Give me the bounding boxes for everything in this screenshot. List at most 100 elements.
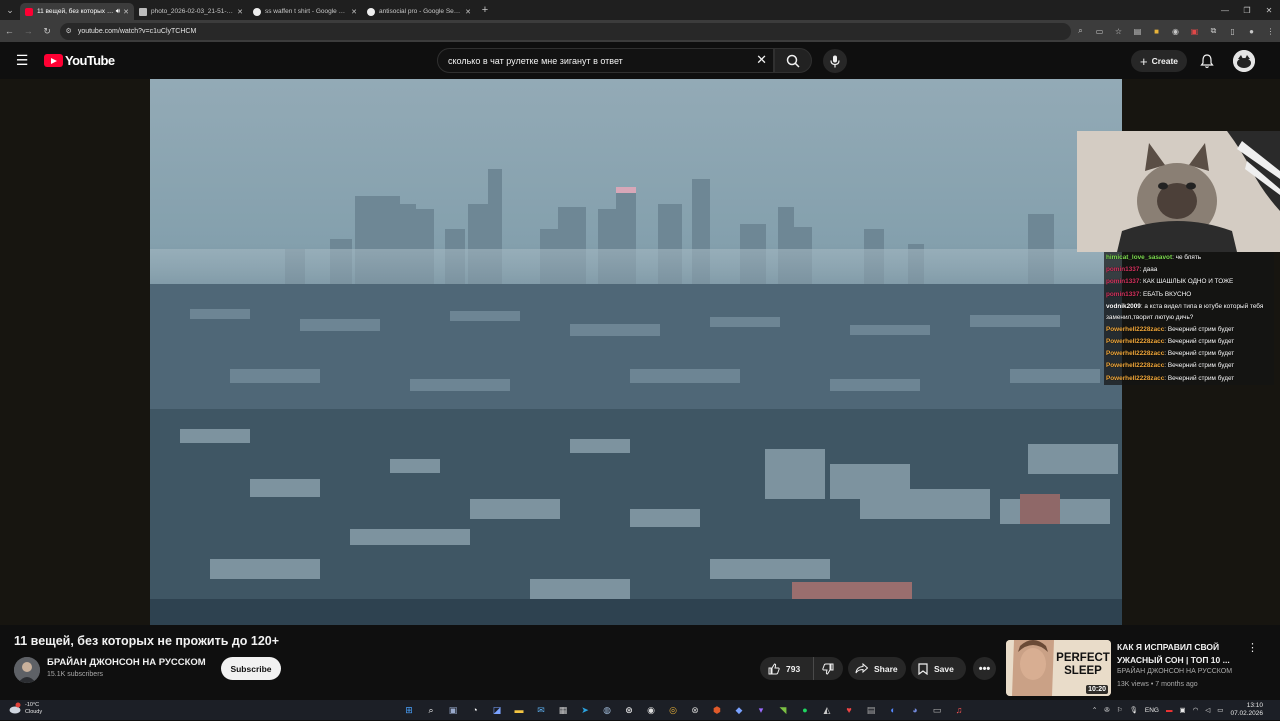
tray-icon[interactable]: ⚐ xyxy=(1117,706,1123,714)
close-tab-icon[interactable]: ✕ xyxy=(123,8,129,16)
tab-youtube[interactable]: 11 вещей, без которых не 🔊︎ ✕ xyxy=(20,3,134,20)
bookmark-star-icon[interactable]: ☆ xyxy=(1109,20,1128,42)
suggested-video-channel[interactable]: БРАЙАН ДЖОНСОН НА РУССКОМ xyxy=(1117,668,1232,675)
mail-icon[interactable]: ✉ xyxy=(533,702,549,718)
app-icon[interactable]: ◆ xyxy=(731,702,747,718)
menu-icon[interactable]: ☰ xyxy=(13,52,31,68)
task-view-icon[interactable]: ▣ xyxy=(445,702,461,718)
chat-username[interactable]: Powerhell2228zacc xyxy=(1106,362,1164,369)
app-icon[interactable]: ♥ xyxy=(841,702,857,718)
clear-search-icon[interactable]: ✕ xyxy=(756,52,767,68)
suggested-video-title[interactable]: КАК Я ИСПРАВИЛ СВОЙ УЖАСНЫЙ СОН | ТОП 10… xyxy=(1117,641,1237,666)
chatgpt-icon[interactable]: ⊛ xyxy=(621,702,637,718)
suggested-more-icon[interactable]: ⋮ xyxy=(1247,641,1258,654)
telegram-icon[interactable]: ➤ xyxy=(577,702,593,718)
cast-icon[interactable]: ▭ xyxy=(1090,20,1109,42)
video-player[interactable] xyxy=(150,79,1122,625)
reload-icon[interactable]: ↻ xyxy=(38,20,57,42)
tray-icon[interactable]: 🎙︎ xyxy=(1130,706,1138,714)
chat-username[interactable]: Powerhell2228zacc xyxy=(1106,350,1164,357)
chrome-icon[interactable]: ◎ xyxy=(665,702,681,718)
dislike-button[interactable] xyxy=(814,663,842,675)
notifications-bell-icon[interactable] xyxy=(1198,52,1216,70)
chat-username[interactable]: Powerhell2228zacc xyxy=(1106,326,1164,333)
channel-avatar[interactable] xyxy=(14,657,40,683)
minimize-icon[interactable]: — xyxy=(1214,0,1236,20)
extension-icon[interactable]: ◉ xyxy=(1166,20,1185,42)
discord-icon[interactable]: ◕ xyxy=(907,702,923,718)
tray-icon[interactable]: ▣ xyxy=(1179,706,1185,714)
steam-icon[interactable]: ◍ xyxy=(599,702,615,718)
close-window-icon[interactable]: ✕ xyxy=(1258,0,1280,20)
new-tab-button[interactable]: + xyxy=(476,1,494,19)
share-button[interactable]: Share xyxy=(848,657,906,680)
youtube-logo[interactable]: YouTube xyxy=(44,53,115,68)
tab-google-search-2[interactable]: antisocial pro - Google Search ✕ xyxy=(362,3,476,20)
volume-icon[interactable]: ◁ xyxy=(1205,706,1210,714)
profile-icon[interactable]: ● xyxy=(1242,20,1261,42)
chat-username[interactable]: himicat_love_sasavot xyxy=(1106,254,1172,261)
app-icon[interactable]: ◔ xyxy=(467,702,483,718)
twitch-icon[interactable]: ▾ xyxy=(753,702,769,718)
windows-start-icon[interactable]: ⊞ xyxy=(401,702,417,718)
extension-icon[interactable]: ▤ xyxy=(1128,20,1147,42)
create-button[interactable]: + Create xyxy=(1131,50,1187,72)
chat-username[interactable]: pomin1337 xyxy=(1106,291,1139,298)
tab-google-search-1[interactable]: ss waffen t shirt - Google Search ✕ xyxy=(248,3,362,20)
weather-widget[interactable]: -10°C Cloudy xyxy=(8,702,42,716)
extension-icon[interactable]: ■ xyxy=(1147,20,1166,42)
sidepanel-icon[interactable]: ▯ xyxy=(1223,20,1242,42)
obs-icon[interactable]: ◉ xyxy=(643,702,659,718)
app-icon[interactable]: ⬢ xyxy=(709,702,725,718)
nvidia-icon[interactable]: ◥ xyxy=(775,702,791,718)
search-input[interactable]: сколько в чат рулетке мне зиганут в отве… xyxy=(437,48,774,73)
speaker-icon[interactable]: 🔊︎ xyxy=(116,8,120,16)
app-icon[interactable]: ▭ xyxy=(929,702,945,718)
subscribe-button[interactable]: Subscribe xyxy=(221,657,281,680)
chat-username[interactable]: Powerhell2228zacc xyxy=(1106,375,1164,382)
spotify-icon[interactable]: ● xyxy=(797,702,813,718)
chat-username[interactable]: pomin1337 xyxy=(1106,266,1139,273)
file-explorer-icon[interactable]: ▬ xyxy=(511,702,527,718)
site-info-icon[interactable]: ⚙ xyxy=(66,27,72,35)
close-tab-icon[interactable]: ✕ xyxy=(465,8,471,16)
zoom-icon[interactable]: ⌕ xyxy=(1071,20,1090,42)
app-icon[interactable]: ◪ xyxy=(489,702,505,718)
extensions-puzzle-icon[interactable]: ⧉ xyxy=(1204,20,1223,42)
app-icon[interactable]: ◐ xyxy=(885,702,901,718)
app-icon[interactable]: ◭ xyxy=(819,702,835,718)
tray-chevron-icon[interactable]: ⌃ xyxy=(1092,706,1097,714)
app-icon[interactable]: ▦ xyxy=(555,702,571,718)
save-button[interactable]: Save xyxy=(911,657,966,680)
close-tab-icon[interactable]: ✕ xyxy=(237,8,243,16)
tab-search-icon[interactable]: ⌄ xyxy=(0,0,20,20)
account-avatar[interactable] xyxy=(1233,50,1255,72)
wifi-icon[interactable]: ◠ xyxy=(1193,706,1199,714)
like-button[interactable]: 793 xyxy=(760,657,814,680)
browser-menu-icon[interactable]: ⋮ xyxy=(1261,20,1280,42)
close-tab-icon[interactable]: ✕ xyxy=(351,8,357,16)
search-icon[interactable]: ⌕ xyxy=(423,702,439,718)
channel-name[interactable]: БРАЙАН ДЖОНСОН НА РУССКОМ xyxy=(47,657,206,668)
music-icon[interactable]: ♫ xyxy=(951,702,967,718)
chat-username[interactable]: pomin1337 xyxy=(1106,278,1139,285)
suggested-video-thumbnail[interactable]: PERFECT SLEEP 10:20 xyxy=(1006,640,1111,696)
more-actions-button[interactable]: ••• xyxy=(973,657,996,680)
language-indicator[interactable]: ENG xyxy=(1145,707,1159,714)
restore-icon[interactable]: ❐ xyxy=(1236,0,1258,20)
chat-username[interactable]: Powerhell2228zacc xyxy=(1106,338,1164,345)
address-bar[interactable]: ⚙ youtube.com/watch?v=c1uClyTCHCM xyxy=(59,22,1072,40)
back-icon[interactable]: ← xyxy=(0,20,19,42)
tray-icon[interactable]: ✇ xyxy=(1104,706,1109,714)
tab-photo[interactable]: photo_2026-02-03_21-51-50.jp ✕ xyxy=(134,3,248,20)
chat-username[interactable]: vodnik2009 xyxy=(1106,303,1141,310)
voice-search-button[interactable] xyxy=(823,49,847,73)
search-button[interactable] xyxy=(774,48,812,73)
clock[interactable]: 13:10 07.02.2026 xyxy=(1230,702,1270,718)
tray-icon[interactable]: ▬ xyxy=(1166,707,1173,714)
extension-icon[interactable]: ▣ xyxy=(1185,20,1204,42)
battery-icon[interactable]: ▭ xyxy=(1217,706,1223,714)
forward-icon[interactable]: → xyxy=(19,20,38,42)
app-icon[interactable]: ⊗ xyxy=(687,702,703,718)
app-icon[interactable]: ▤ xyxy=(863,702,879,718)
